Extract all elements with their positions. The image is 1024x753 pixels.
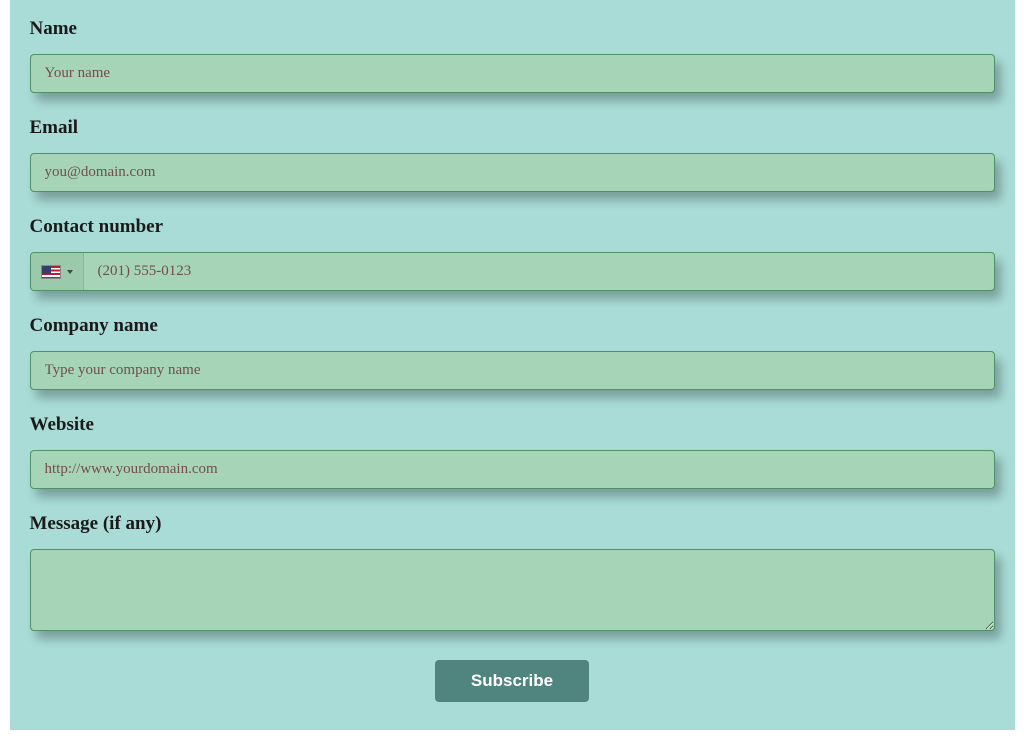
field-group-company: Company name bbox=[30, 315, 995, 390]
country-selector[interactable] bbox=[31, 253, 84, 290]
subscription-form: Name Email Contact number Company name W… bbox=[10, 0, 1015, 730]
phone-input[interactable] bbox=[84, 253, 994, 290]
subscribe-button[interactable]: Subscribe bbox=[435, 660, 589, 702]
website-input[interactable] bbox=[30, 450, 995, 489]
field-group-website: Website bbox=[30, 414, 995, 489]
company-input[interactable] bbox=[30, 351, 995, 390]
message-textarea[interactable] bbox=[30, 549, 995, 631]
flag-usa-icon bbox=[41, 265, 61, 279]
chevron-down-icon bbox=[67, 270, 73, 274]
field-group-name: Name bbox=[30, 18, 995, 93]
name-input[interactable] bbox=[30, 54, 995, 93]
message-label: Message (if any) bbox=[30, 513, 995, 535]
email-input[interactable] bbox=[30, 153, 995, 192]
phone-label: Contact number bbox=[30, 216, 995, 238]
field-group-phone: Contact number bbox=[30, 216, 995, 291]
phone-input-wrapper bbox=[30, 252, 995, 291]
name-label: Name bbox=[30, 18, 995, 40]
field-group-message: Message (if any) bbox=[30, 513, 995, 636]
submit-row: Subscribe bbox=[30, 660, 995, 702]
field-group-email: Email bbox=[30, 117, 995, 192]
company-label: Company name bbox=[30, 315, 995, 337]
email-label: Email bbox=[30, 117, 995, 139]
website-label: Website bbox=[30, 414, 995, 436]
